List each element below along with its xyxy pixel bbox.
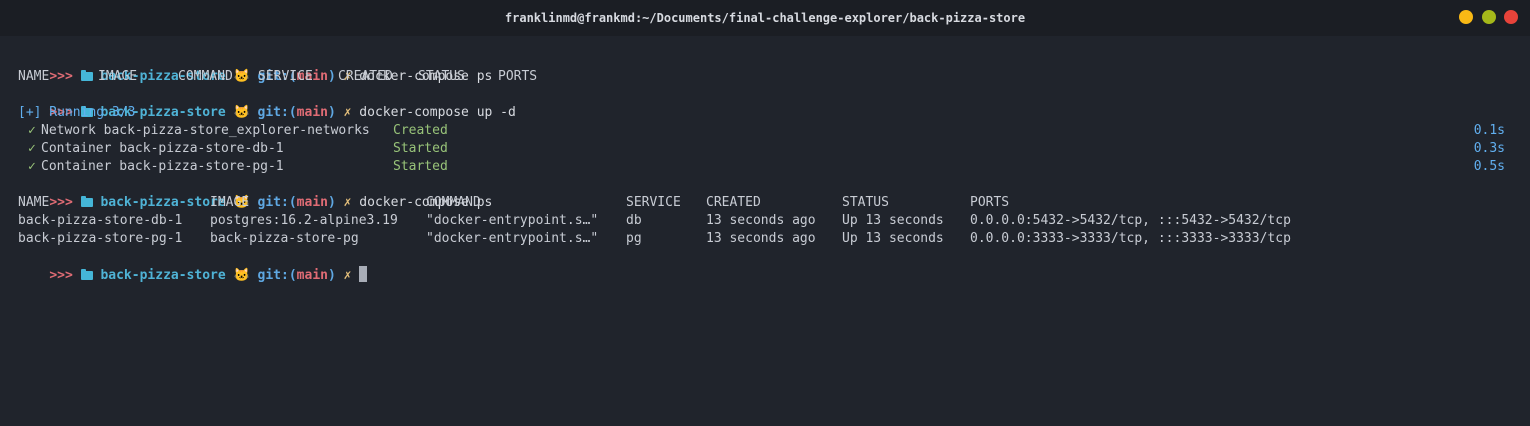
maximize-button[interactable] — [1482, 10, 1496, 24]
ps-empty-header: NAME IMAGE COMMAND SERVICE CREATED STATU… — [18, 68, 1505, 86]
folder-icon — [80, 269, 93, 280]
col-ports: PORTS — [970, 195, 1010, 210]
col-image: IMAGE — [98, 69, 138, 84]
active-prompt-line[interactable]: >>> back-pizza-store 🐱 git:(main) ✗ — [18, 248, 1505, 283]
cell-created: 13 seconds ago — [706, 213, 816, 228]
cell-service: db — [626, 213, 642, 228]
minimize-button[interactable] — [1459, 10, 1473, 24]
cell-name: back-pizza-store-db-1 — [18, 213, 183, 228]
github-cat-icon: 🐱 — [233, 268, 250, 283]
col-service: SERVICE — [626, 195, 681, 210]
up-item-state: Created — [393, 123, 448, 138]
col-command: COMMAND — [426, 195, 481, 210]
cell-command: "docker-entrypoint.s…" — [426, 231, 599, 246]
up-item-text: Container back-pizza-store-pg-1 — [41, 159, 284, 174]
cell-ports: 0.0.0.0:3333->3333/tcp, :::3333->3333/tc… — [970, 231, 1291, 246]
col-created: CREATED — [706, 195, 761, 210]
cell-image: postgres:16.2-alpine3.19 — [210, 213, 398, 228]
prompt-line: >>> back-pizza-store 🐱 git:(main) ✗ dock… — [18, 50, 1505, 84]
close-button[interactable] — [1504, 10, 1518, 24]
prompt-dir: back-pizza-store — [100, 268, 226, 283]
check-icon: ✓ — [28, 123, 36, 138]
up-item-time: 0.1s — [1473, 123, 1505, 138]
git-close: ) — [327, 268, 336, 283]
window-title: franklinmd@frankmd:~/Documents/final-cha… — [504, 11, 1026, 25]
up-item-state: Started — [393, 141, 448, 156]
up-item-time: 0.5s — [1473, 159, 1505, 174]
cell-image: back-pizza-store-pg — [210, 231, 359, 246]
up-item-state: Started — [393, 159, 448, 174]
cell-created: 13 seconds ago — [706, 231, 816, 246]
col-name: NAME — [18, 69, 50, 84]
text-cursor — [359, 266, 368, 282]
col-status: STATUS — [842, 195, 889, 210]
col-service: SERVICE — [258, 69, 313, 84]
up-item-time: 0.3s — [1473, 141, 1505, 156]
cell-status: Up 13 seconds — [842, 231, 944, 246]
col-status: STATUS — [418, 69, 465, 84]
table-row: back-pizza-store-db-1 postgres:16.2-alpi… — [18, 212, 1505, 230]
up-item-text: Container back-pizza-store-db-1 — [41, 141, 284, 156]
prompt-arrows: >>> — [49, 268, 73, 283]
git-branch: main — [296, 268, 328, 283]
table-row: back-pizza-store-pg-1 back-pizza-store-p… — [18, 230, 1505, 248]
cell-command: "docker-entrypoint.s…" — [426, 213, 599, 228]
col-image: IMAGE — [210, 195, 250, 210]
col-ports: PORTS — [498, 69, 538, 84]
title-bar: franklinmd@frankmd:~/Documents/final-cha… — [0, 0, 1530, 36]
terminal-output[interactable]: >>> back-pizza-store 🐱 git:(main) ✗ dock… — [18, 50, 1505, 283]
check-icon: ✓ — [28, 141, 36, 156]
col-name: NAME — [18, 195, 50, 210]
check-icon: ✓ — [28, 159, 36, 174]
col-created: CREATED — [338, 69, 393, 84]
git-label: git:( — [257, 268, 297, 283]
prompt-line: >>> back-pizza-store 🐱 git:(main) ✗ dock… — [18, 176, 1505, 210]
col-command: COMMAND — [178, 69, 233, 84]
dirty-mark: ✗ — [343, 268, 352, 283]
cell-name: back-pizza-store-pg-1 — [18, 231, 183, 246]
ps-table-header: NAME IMAGE COMMAND SERVICE CREATED STATU… — [18, 194, 1505, 212]
up-item-text: Network back-pizza-store_explorer-networ… — [41, 123, 370, 138]
cell-service: pg — [626, 231, 642, 246]
up-item: ✓ Container back-pizza-store-pg-1 Starte… — [18, 158, 1505, 176]
prompt-line: >>> back-pizza-store 🐱 git:(main) ✗ dock… — [18, 86, 1505, 120]
up-item: ✓ Container back-pizza-store-db-1 Starte… — [18, 140, 1505, 158]
running-status: [+] Running 3/3 — [18, 105, 136, 120]
cell-status: Up 13 seconds — [842, 213, 944, 228]
up-item: ✓ Network back-pizza-store_explorer-netw… — [18, 122, 1505, 140]
cell-ports: 0.0.0.0:5432->5432/tcp, :::5432->5432/tc… — [970, 213, 1291, 228]
